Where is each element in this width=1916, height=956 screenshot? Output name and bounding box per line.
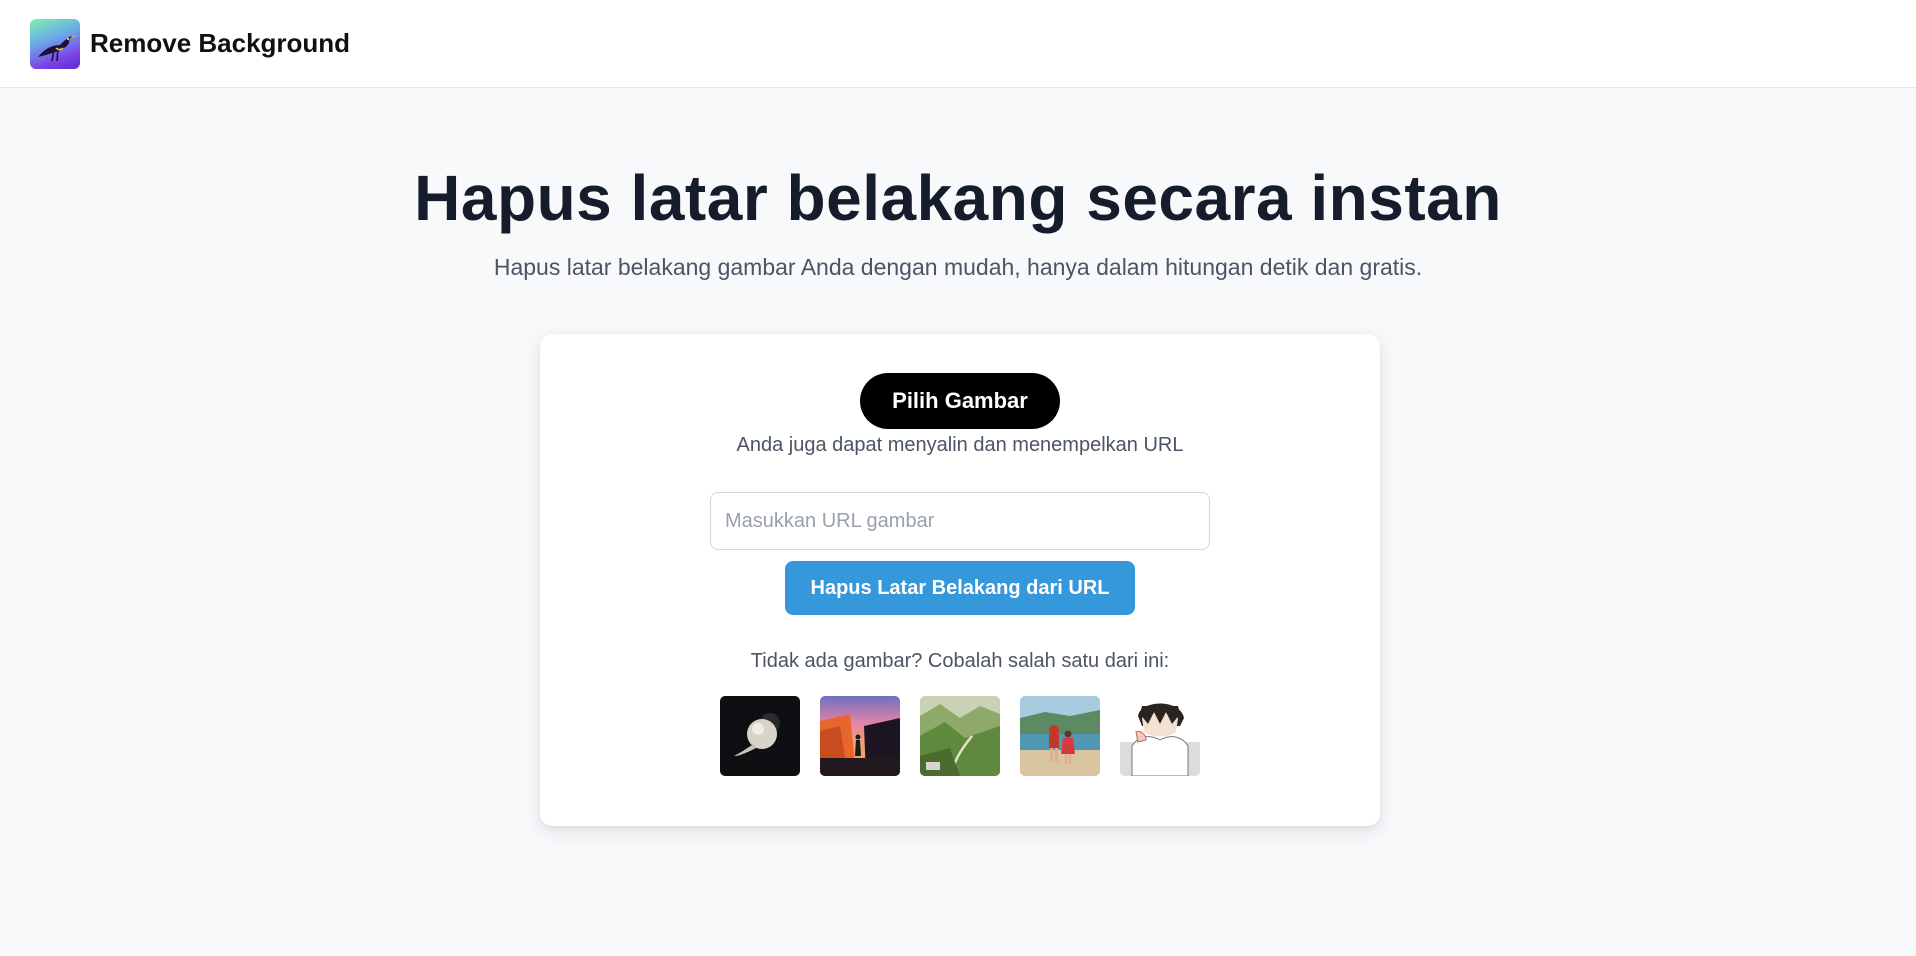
page-subtitle: Hapus latar belakang gambar Anda dengan … [493,254,1423,280]
sample-image-anime-character[interactable] [1120,696,1200,776]
top-navbar: Remove Background [0,0,1916,88]
image-url-input[interactable] [710,492,1210,550]
sample-images-row [720,696,1200,776]
sample-image-green-valley[interactable] [920,696,1000,776]
choose-image-button[interactable]: Pilih Gambar [860,373,1060,429]
paste-url-hint: Anda juga dapat menyalin dan menempelkan… [736,434,1184,456]
bird-logo-icon[interactable] [30,19,80,69]
sample-image-beach-couple[interactable] [1020,696,1100,776]
sample-image-ball[interactable] [720,696,800,776]
upload-card: Pilih Gambar Anda juga dapat menyalin da… [540,334,1380,826]
sample-image-canyon-sunset[interactable] [820,696,900,776]
page-title: Hapus latar belakang secara instan [414,162,1502,234]
sample-images-label: Tidak ada gambar? Cobalah salah satu dar… [750,650,1170,672]
remove-background-from-url-button[interactable]: Hapus Latar Belakang dari URL [785,561,1135,615]
brand-name[interactable]: Remove Background [90,28,350,58]
